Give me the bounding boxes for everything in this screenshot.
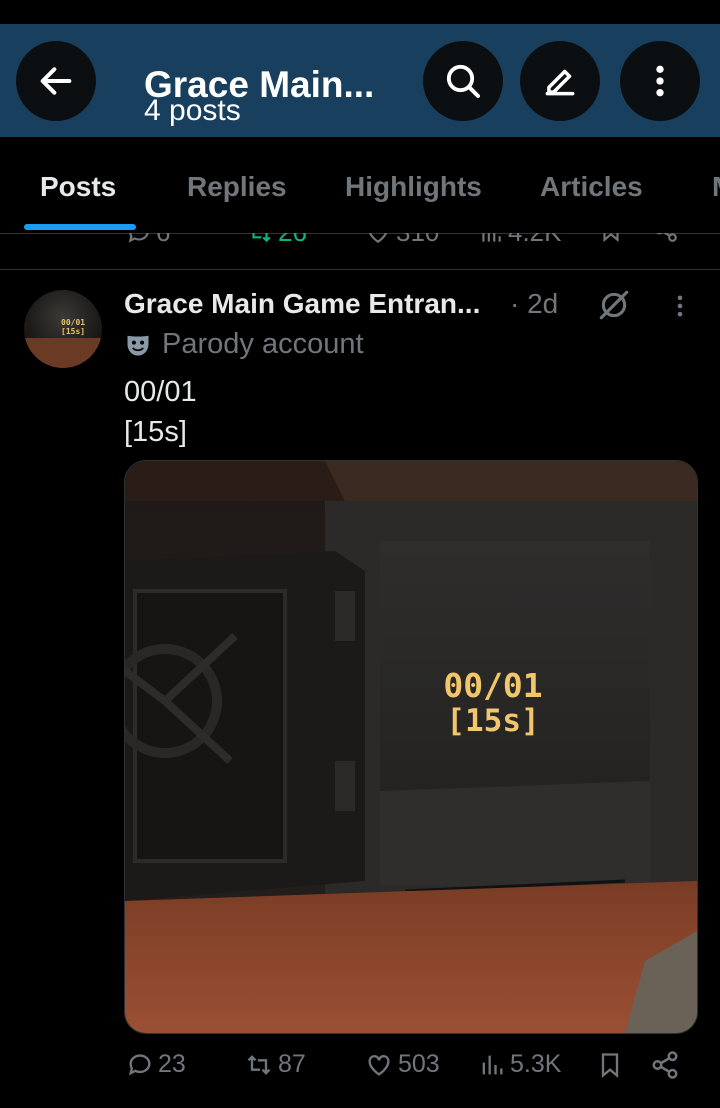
tab-posts[interactable]: Posts (40, 171, 116, 203)
mask-icon (127, 335, 149, 355)
hinge-bottom (335, 761, 355, 811)
post-media[interactable]: 00/01 [15s] (124, 460, 698, 1034)
reply-count: 23 (158, 1050, 186, 1078)
views-icon (482, 233, 501, 242)
active-tab-indicator (24, 224, 136, 230)
post-actions: 23 87 503 5.3K (0, 1050, 720, 1090)
vault-countdown-line1: 00/01 (443, 666, 542, 705)
previous-post-actions: 6 26 310 4.2K (0, 233, 720, 270)
like-count: 503 (398, 1050, 440, 1078)
reply-icon (128, 233, 149, 243)
reply-icon (128, 1053, 151, 1075)
prev-share-button[interactable] (652, 233, 680, 243)
repost-button[interactable]: 87 (244, 1050, 306, 1079)
search-icon (446, 64, 480, 98)
parody-badge-row: Parody account (124, 328, 364, 361)
grok-icon[interactable] (596, 288, 632, 322)
heart-icon (369, 233, 387, 243)
vault-floor (380, 781, 650, 886)
vault-image: 00/01 [15s] (125, 461, 697, 1033)
share-button[interactable] (650, 1050, 680, 1080)
bookmark-icon (603, 233, 619, 243)
post-text: 00/01 [15s] (124, 372, 197, 452)
vault-countdown-line2: [15s] (446, 703, 539, 739)
prev-repost-button[interactable]: 26 (246, 233, 307, 248)
more-vertical-icon (656, 65, 664, 97)
share-icon (652, 1051, 678, 1079)
search-button[interactable] (423, 41, 503, 121)
status-bar (0, 0, 720, 24)
floor (125, 881, 697, 1033)
parody-label: Parody account (162, 328, 364, 360)
post-text-line1: 00/01 (124, 376, 197, 408)
prev-like-count: 310 (396, 233, 439, 248)
back-button[interactable] (16, 41, 96, 121)
author-name[interactable]: Grace Main Game Entran... (124, 288, 480, 320)
repost-icon (247, 1054, 271, 1075)
avatar-caption: 00/01 [15s] (61, 318, 86, 336)
avatar[interactable]: 00/01 [15s] (24, 290, 102, 368)
tab-replies[interactable]: Replies (187, 171, 287, 203)
repost-count: 87 (278, 1050, 306, 1078)
views-button[interactable]: 5.3K (478, 1050, 561, 1079)
prev-bookmark-button[interactable] (598, 233, 624, 243)
repost-icon (252, 233, 271, 242)
views-icon (482, 1055, 503, 1074)
prev-repost-count: 26 (278, 233, 307, 248)
post-timestamp[interactable]: · 2d (510, 288, 558, 320)
like-button[interactable]: 503 (364, 1050, 440, 1079)
post-more-icon[interactable] (666, 290, 694, 322)
prev-views[interactable]: 4.2K (478, 233, 562, 248)
view-count: 5.3K (510, 1050, 562, 1078)
prev-view-count: 4.2K (508, 233, 562, 248)
tab-highlights[interactable]: Highlights (345, 171, 482, 203)
post-text-line2: [15s] (124, 416, 187, 448)
bookmark-button[interactable] (596, 1050, 624, 1080)
profile-tabs: Posts Replies Highlights Articles M (0, 137, 720, 234)
bookmark-icon (601, 1053, 619, 1078)
tab-overflow[interactable]: M (712, 171, 720, 203)
post-count: 4 posts (144, 94, 241, 127)
share-icon (656, 233, 677, 242)
hinge-top (335, 591, 355, 641)
pencil-icon (545, 69, 575, 96)
profile-header: Grace Main... 4 posts (0, 24, 720, 137)
edit-button[interactable] (520, 41, 600, 121)
reply-button[interactable]: 23 (126, 1050, 186, 1079)
more-options-button[interactable] (620, 41, 700, 121)
arrow-left-icon (40, 67, 72, 95)
heart-icon (368, 1054, 390, 1076)
prev-reply-button[interactable]: 6 (126, 233, 170, 248)
prev-like-button[interactable]: 310 (364, 233, 439, 248)
avatar-floor (24, 338, 102, 368)
tab-articles[interactable]: Articles (540, 171, 643, 203)
prev-reply-count: 6 (156, 233, 170, 248)
